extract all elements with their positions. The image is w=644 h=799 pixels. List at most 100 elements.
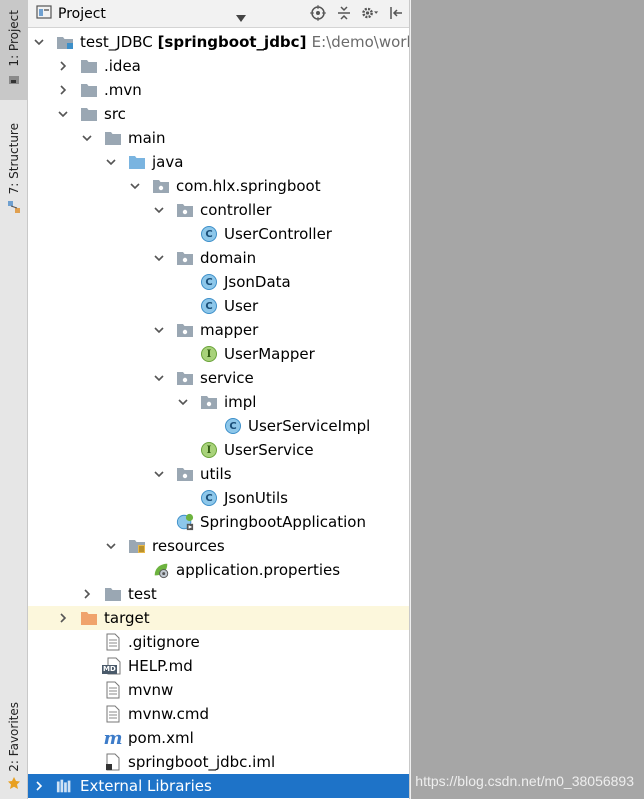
file-gitignore[interactable]: .gitignore bbox=[28, 630, 409, 654]
watermark: https://blog.csdn.net/m0_38056893 bbox=[415, 773, 634, 789]
interface-icon: I bbox=[200, 441, 218, 459]
package-impl[interactable]: impl bbox=[28, 390, 409, 414]
class-user[interactable]: C User bbox=[28, 294, 409, 318]
project-tree: test_JDBC [springboot_jdbc] E:\demo\work… bbox=[28, 30, 409, 798]
chevron-right-icon[interactable] bbox=[80, 587, 94, 601]
src-folder[interactable]: src bbox=[28, 102, 409, 126]
chevron-down-icon[interactable] bbox=[152, 251, 166, 265]
tree-item-label: controller bbox=[200, 201, 272, 219]
class-glyph: C bbox=[201, 226, 217, 242]
resfolder-icon bbox=[128, 537, 146, 555]
project-panel: Project test_JDBC [springboot_jdbc] E:\d… bbox=[28, 0, 410, 799]
springprops-icon bbox=[152, 561, 170, 579]
tree-item-label: UserController bbox=[224, 225, 332, 243]
tree-item-label: HELP.md bbox=[128, 657, 193, 675]
class-jsonutils[interactable]: C JsonUtils bbox=[28, 486, 409, 510]
file-help-md[interactable]: MD HELP.md bbox=[28, 654, 409, 678]
chevron-down-icon[interactable] bbox=[32, 35, 46, 49]
chevron-down-icon[interactable] bbox=[152, 371, 166, 385]
external-libraries[interactable]: External Libraries bbox=[28, 774, 409, 798]
tree-root-test-jdbc[interactable]: test_JDBC [springboot_jdbc] E:\demo\work… bbox=[28, 30, 409, 54]
file-mvnw-cmd[interactable]: mvnw.cmd bbox=[28, 702, 409, 726]
chevron-right-icon[interactable] bbox=[56, 59, 70, 73]
panel-header: Project bbox=[28, 0, 409, 28]
chevron-right-icon[interactable] bbox=[56, 611, 70, 625]
chevron-down-icon[interactable] bbox=[104, 539, 118, 553]
folder-icon bbox=[80, 57, 98, 75]
chevron-down-icon[interactable] bbox=[152, 323, 166, 337]
tree-item-label: test bbox=[128, 585, 157, 603]
mvn-folder[interactable]: .mvn bbox=[28, 78, 409, 102]
excluded-icon bbox=[80, 609, 98, 627]
package-mapper[interactable]: mapper bbox=[28, 318, 409, 342]
chevron-right-icon[interactable] bbox=[56, 83, 70, 97]
class-usercontroller[interactable]: C UserController bbox=[28, 222, 409, 246]
target-folder[interactable]: target bbox=[28, 606, 409, 630]
structure-tool-tab[interactable]: 7: Structure bbox=[0, 118, 28, 223]
class-icon: C bbox=[200, 489, 218, 507]
class-glyph: C bbox=[201, 298, 217, 314]
tree-item-label: SpringbootApplication bbox=[200, 513, 366, 531]
chevron-down-icon[interactable] bbox=[176, 395, 190, 409]
class-springbootapplication[interactable]: SpringbootApplication bbox=[28, 510, 409, 534]
tree-item-label: main bbox=[128, 129, 166, 147]
class-jsondata[interactable]: C JsonData bbox=[28, 270, 409, 294]
libs-icon bbox=[56, 777, 74, 795]
package-icon bbox=[176, 321, 194, 339]
file-application-properties[interactable]: application.properties bbox=[28, 558, 409, 582]
chevron-down-icon[interactable] bbox=[56, 107, 70, 121]
file-icon bbox=[104, 633, 122, 651]
favorites-tool-tab[interactable]: 2: Favorites bbox=[0, 698, 28, 798]
module-icon bbox=[56, 33, 74, 51]
chevron-right-icon[interactable] bbox=[32, 779, 46, 793]
tree-item-label: JsonData bbox=[224, 273, 291, 291]
maven-icon: m bbox=[103, 728, 122, 749]
editor-area: https://blog.csdn.net/m0_38056893 bbox=[411, 0, 644, 799]
chevron-down-icon[interactable] bbox=[152, 467, 166, 481]
tree-item-label: .idea bbox=[104, 57, 141, 75]
file-mvnw[interactable]: mvnw bbox=[28, 678, 409, 702]
panel-title[interactable]: Project bbox=[58, 6, 106, 22]
class-userserviceimpl[interactable]: C UserServiceImpl bbox=[28, 414, 409, 438]
locate-icon[interactable] bbox=[309, 4, 327, 22]
package-icon bbox=[176, 201, 194, 219]
md-glyph: MD bbox=[102, 665, 117, 674]
file-pom-xml[interactable]: m pom.xml bbox=[28, 726, 409, 750]
iml-icon bbox=[104, 753, 122, 771]
file-springboot-jdbc-iml[interactable]: springboot_jdbc.iml bbox=[28, 750, 409, 774]
file-icon bbox=[104, 705, 122, 723]
java-folder[interactable]: java bbox=[28, 150, 409, 174]
resources-folder[interactable]: resources bbox=[28, 534, 409, 558]
package-utils[interactable]: utils bbox=[28, 462, 409, 486]
tree-item-label: utils bbox=[200, 465, 232, 483]
package-service[interactable]: service bbox=[28, 366, 409, 390]
class-icon: C bbox=[200, 297, 218, 315]
tree-item-label: com.hlx.springboot bbox=[176, 177, 321, 195]
package-icon bbox=[176, 369, 194, 387]
idea-folder[interactable]: .idea bbox=[28, 54, 409, 78]
chevron-down-icon[interactable] bbox=[80, 131, 94, 145]
gear-icon[interactable] bbox=[361, 4, 379, 22]
chevron-down-icon[interactable] bbox=[128, 179, 142, 193]
collapse-icon[interactable] bbox=[335, 4, 353, 22]
interface-userservice[interactable]: I UserService bbox=[28, 438, 409, 462]
structure-tab-icon bbox=[7, 199, 21, 218]
chevron-down-icon[interactable] bbox=[104, 155, 118, 169]
package-domain[interactable]: domain bbox=[28, 246, 409, 270]
package-com-hlx-springboot[interactable]: com.hlx.springboot bbox=[28, 174, 409, 198]
test-folder[interactable]: test bbox=[28, 582, 409, 606]
tree-item-label: springboot_jdbc.iml bbox=[128, 753, 276, 771]
root-module: [springboot_jdbc] bbox=[157, 33, 312, 51]
dropdown-icon[interactable] bbox=[236, 8, 246, 27]
class-glyph: C bbox=[201, 490, 217, 506]
package-controller[interactable]: controller bbox=[28, 198, 409, 222]
main-folder[interactable]: main bbox=[28, 126, 409, 150]
tree-item-label: mvnw bbox=[128, 681, 174, 699]
chevron-down-icon[interactable] bbox=[152, 203, 166, 217]
project-tool-tab[interactable]: 1: Project bbox=[0, 0, 28, 100]
hide-icon[interactable] bbox=[387, 4, 405, 22]
interface-usermapper[interactable]: I UserMapper bbox=[28, 342, 409, 366]
root-label: test_JDBC [springboot_jdbc] E:\demo\work… bbox=[80, 33, 409, 51]
tree-item-label: External Libraries bbox=[80, 777, 212, 795]
tree-item-label: mvnw.cmd bbox=[128, 705, 210, 723]
